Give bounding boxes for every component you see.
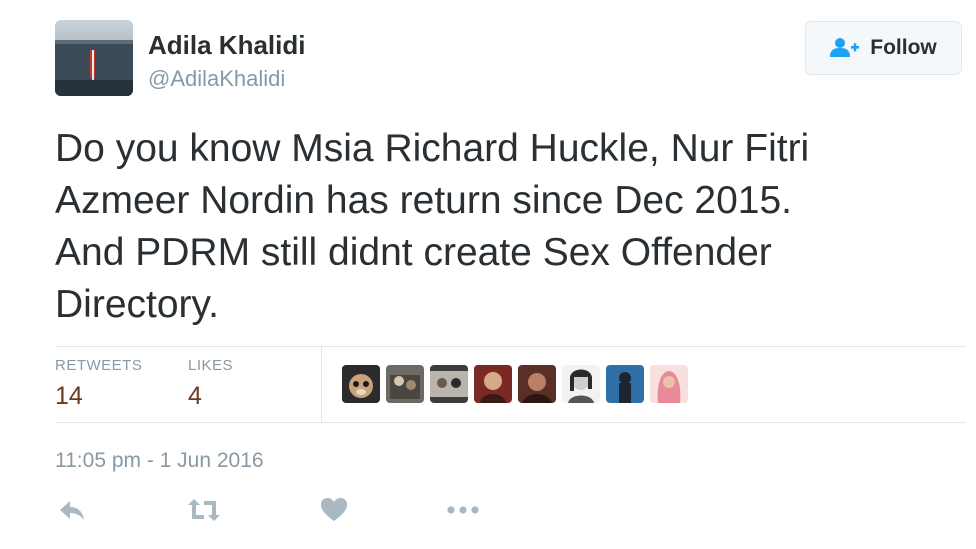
author-handle[interactable]: @AdilaKhalidi xyxy=(148,66,285,92)
follow-button-label: Follow xyxy=(870,36,937,59)
stats-vertical-divider xyxy=(321,347,322,422)
retweet-icon[interactable] xyxy=(187,496,221,524)
add-user-icon xyxy=(830,38,860,57)
tweet-text: Do you know Msia Richard Huckle, Nur Fit… xyxy=(55,123,935,331)
reply-icon[interactable] xyxy=(58,496,86,524)
liker-avatar-5[interactable] xyxy=(518,365,556,403)
likes-stat[interactable]: LIKES 4 xyxy=(188,357,233,411)
liker-avatar-8[interactable] xyxy=(650,365,688,403)
tweet-timestamp[interactable]: 11:05 pm - 1 Jun 2016 xyxy=(55,449,264,473)
retweets-label: RETWEETS xyxy=(55,357,143,374)
liker-avatar-3[interactable] xyxy=(430,365,468,403)
liker-avatar-2[interactable] xyxy=(386,365,424,403)
more-icon[interactable] xyxy=(446,496,480,524)
liker-avatars xyxy=(342,365,688,403)
liker-avatar-1[interactable] xyxy=(342,365,380,403)
tweet-line: Directory. xyxy=(55,283,219,326)
tweet-line: Do you know Msia Richard Huckle, Nur Fit… xyxy=(55,127,810,170)
retweets-stat[interactable]: RETWEETS 14 xyxy=(55,357,142,411)
likes-label: LIKES xyxy=(188,357,234,374)
liker-avatar-4[interactable] xyxy=(474,365,512,403)
tweet-line: And PDRM still didnt create Sex Offender xyxy=(55,231,772,274)
liker-avatar-7[interactable] xyxy=(606,365,644,403)
liker-avatar-6[interactable] xyxy=(562,365,600,403)
stats-top-divider xyxy=(55,346,966,347)
author-name[interactable]: Adila Khalidi xyxy=(148,30,305,61)
follow-button[interactable]: Follow xyxy=(805,21,962,75)
tweet-line: Azmeer Nordin has return since Dec 2015. xyxy=(55,179,793,222)
author-avatar[interactable] xyxy=(55,20,133,96)
retweets-count: 14 xyxy=(55,382,83,410)
stats-bottom-divider xyxy=(55,422,966,423)
avatar-photo-icon xyxy=(55,20,133,96)
like-icon[interactable] xyxy=(320,496,348,524)
likes-count: 4 xyxy=(188,382,202,410)
